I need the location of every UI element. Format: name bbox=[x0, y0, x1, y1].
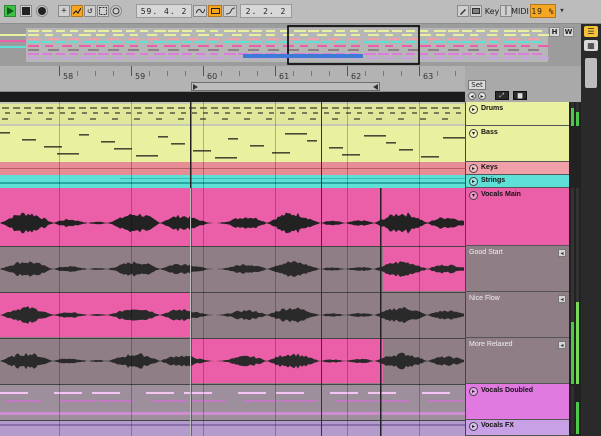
bar-number: 61 bbox=[279, 72, 290, 81]
bar-tick bbox=[203, 66, 204, 76]
loop-length-field[interactable]: 2. 2. 2 bbox=[240, 4, 292, 18]
cpu-meter: 19 % bbox=[530, 4, 556, 18]
beat-tick bbox=[221, 71, 222, 76]
track-header-drums[interactable]: ▸ Drums bbox=[465, 102, 569, 126]
take-lane-header[interactable]: Good Start ◂ bbox=[465, 246, 569, 292]
track-name: Vocals Doubled bbox=[481, 387, 533, 394]
beat-tick bbox=[437, 71, 438, 76]
loop-brace[interactable] bbox=[191, 82, 380, 91]
beat-tick bbox=[239, 71, 240, 76]
beat-tick bbox=[167, 71, 168, 76]
track-header-vocals-doubled[interactable]: ▸ Vocals Doubled bbox=[465, 384, 569, 420]
fold-icon[interactable]: ▸ bbox=[469, 105, 478, 114]
track-header-bass[interactable]: ▾ Bass bbox=[465, 126, 569, 162]
arrangement-overview[interactable]: H W bbox=[0, 24, 601, 66]
beat-tick bbox=[149, 71, 150, 76]
beat-tick bbox=[383, 71, 384, 76]
arrangement-lanes[interactable] bbox=[0, 102, 465, 436]
bar-tick bbox=[275, 66, 276, 76]
reenable-automation-icon[interactable]: ↺ bbox=[84, 5, 96, 17]
speaker-icon[interactable]: ◂ bbox=[558, 295, 566, 303]
arrangement-position-field[interactable]: 59. 4. 2 bbox=[136, 4, 192, 18]
take-lane-name: More Relaxed bbox=[469, 341, 513, 348]
bar-tick bbox=[59, 66, 60, 76]
beat-tick bbox=[311, 71, 312, 76]
fold-icon[interactable]: ▾ bbox=[469, 191, 478, 200]
set-locator-button[interactable]: Set bbox=[468, 80, 486, 90]
key-map-label[interactable]: Key bbox=[483, 5, 501, 17]
speaker-icon[interactable]: ◂ bbox=[558, 249, 566, 257]
previous-locator-icon[interactable]: ◂ bbox=[468, 92, 476, 100]
vertical-scrollbar[interactable] bbox=[585, 58, 597, 88]
bar-tick bbox=[347, 66, 348, 76]
loop-start-marker-icon[interactable] bbox=[193, 84, 199, 90]
beat-tick bbox=[185, 71, 186, 76]
track-header-strings[interactable]: ▸ Strings bbox=[465, 175, 569, 188]
track-header-vocals-fx[interactable]: ▸ Vocals FX bbox=[465, 420, 569, 436]
take-lane-header[interactable]: Nice Flow ◂ bbox=[465, 292, 569, 338]
track-options-icon[interactable]: ⤢ bbox=[495, 91, 509, 100]
beat-tick bbox=[329, 71, 330, 76]
follow-icon[interactable] bbox=[193, 5, 207, 17]
punch-icon[interactable] bbox=[223, 5, 237, 17]
control-bar: + ↺ 59. 4. 2 2. 2. 2 Key | MIDI 19 % ▾ bbox=[0, 0, 601, 24]
bar-tick bbox=[419, 66, 420, 76]
optimize-height-button[interactable]: H bbox=[549, 27, 560, 37]
midi-map-label[interactable]: MIDI bbox=[510, 5, 530, 17]
beat-tick bbox=[95, 71, 96, 76]
loop-end-marker-icon[interactable] bbox=[372, 84, 378, 90]
take-lane-name: Good Start bbox=[469, 249, 503, 256]
lock-icon[interactable]: ▆ bbox=[513, 91, 527, 100]
automation-arm-icon[interactable] bbox=[71, 5, 83, 17]
session-record-icon[interactable] bbox=[110, 5, 122, 17]
right-panel-strip: ☰ ▦ bbox=[581, 24, 601, 436]
bar-number: 60 bbox=[207, 72, 218, 81]
bar-number: 62 bbox=[351, 72, 362, 81]
play-icon[interactable] bbox=[4, 5, 16, 17]
track-name: Keys bbox=[481, 164, 498, 171]
beat-tick bbox=[293, 71, 294, 76]
track-name: Bass bbox=[481, 129, 498, 136]
bar-tick bbox=[131, 66, 132, 76]
take-lane-header[interactable]: More Relaxed ◂ bbox=[465, 338, 569, 384]
draw-mode-icon[interactable] bbox=[457, 5, 469, 17]
track-name: Vocals FX bbox=[481, 422, 514, 429]
browser-toggle-icon[interactable]: ☰ bbox=[584, 26, 598, 37]
track-name: Strings bbox=[481, 177, 506, 184]
cpu-menu-chevron-icon[interactable]: ▾ bbox=[557, 5, 567, 17]
beat-tick bbox=[455, 71, 456, 76]
capture-icon[interactable] bbox=[97, 5, 109, 17]
fold-icon[interactable]: ▸ bbox=[469, 422, 478, 431]
stop-icon[interactable] bbox=[20, 5, 32, 17]
bar-number: 58 bbox=[63, 72, 74, 81]
track-header-vocals-main[interactable]: ▾ Vocals Main bbox=[465, 188, 569, 246]
add-icon[interactable]: + bbox=[58, 5, 70, 17]
fold-icon[interactable]: ▸ bbox=[469, 164, 478, 173]
bar-number: 59 bbox=[135, 72, 146, 81]
bar-number: 63 bbox=[423, 72, 434, 81]
fold-icon[interactable]: ▸ bbox=[469, 177, 478, 186]
beat-tick bbox=[257, 71, 258, 76]
track-name: Vocals Main bbox=[481, 191, 521, 198]
speaker-icon[interactable]: ◂ bbox=[558, 341, 566, 349]
track-header-keys[interactable]: ▸ Keys bbox=[465, 162, 569, 175]
take-lane-name: Nice Flow bbox=[469, 295, 500, 302]
fold-icon[interactable]: ▾ bbox=[469, 129, 478, 138]
clip-canvas bbox=[0, 102, 465, 436]
fold-icon[interactable]: ▸ bbox=[469, 387, 478, 396]
overview-clips bbox=[0, 24, 581, 66]
beat-tick bbox=[365, 71, 366, 76]
optimize-width-button[interactable]: W bbox=[563, 27, 574, 37]
session-view-icon[interactable]: ▦ bbox=[584, 40, 598, 51]
next-locator-icon[interactable]: ▸ bbox=[478, 92, 486, 100]
beat-tick bbox=[401, 71, 402, 76]
computer-keyboard-icon[interactable] bbox=[470, 5, 482, 17]
track-meters bbox=[569, 102, 581, 436]
record-icon[interactable] bbox=[36, 5, 48, 17]
beat-tick bbox=[113, 71, 114, 76]
loop-switch-icon[interactable] bbox=[208, 5, 222, 17]
track-name: Drums bbox=[481, 105, 504, 112]
beat-tick bbox=[77, 71, 78, 76]
